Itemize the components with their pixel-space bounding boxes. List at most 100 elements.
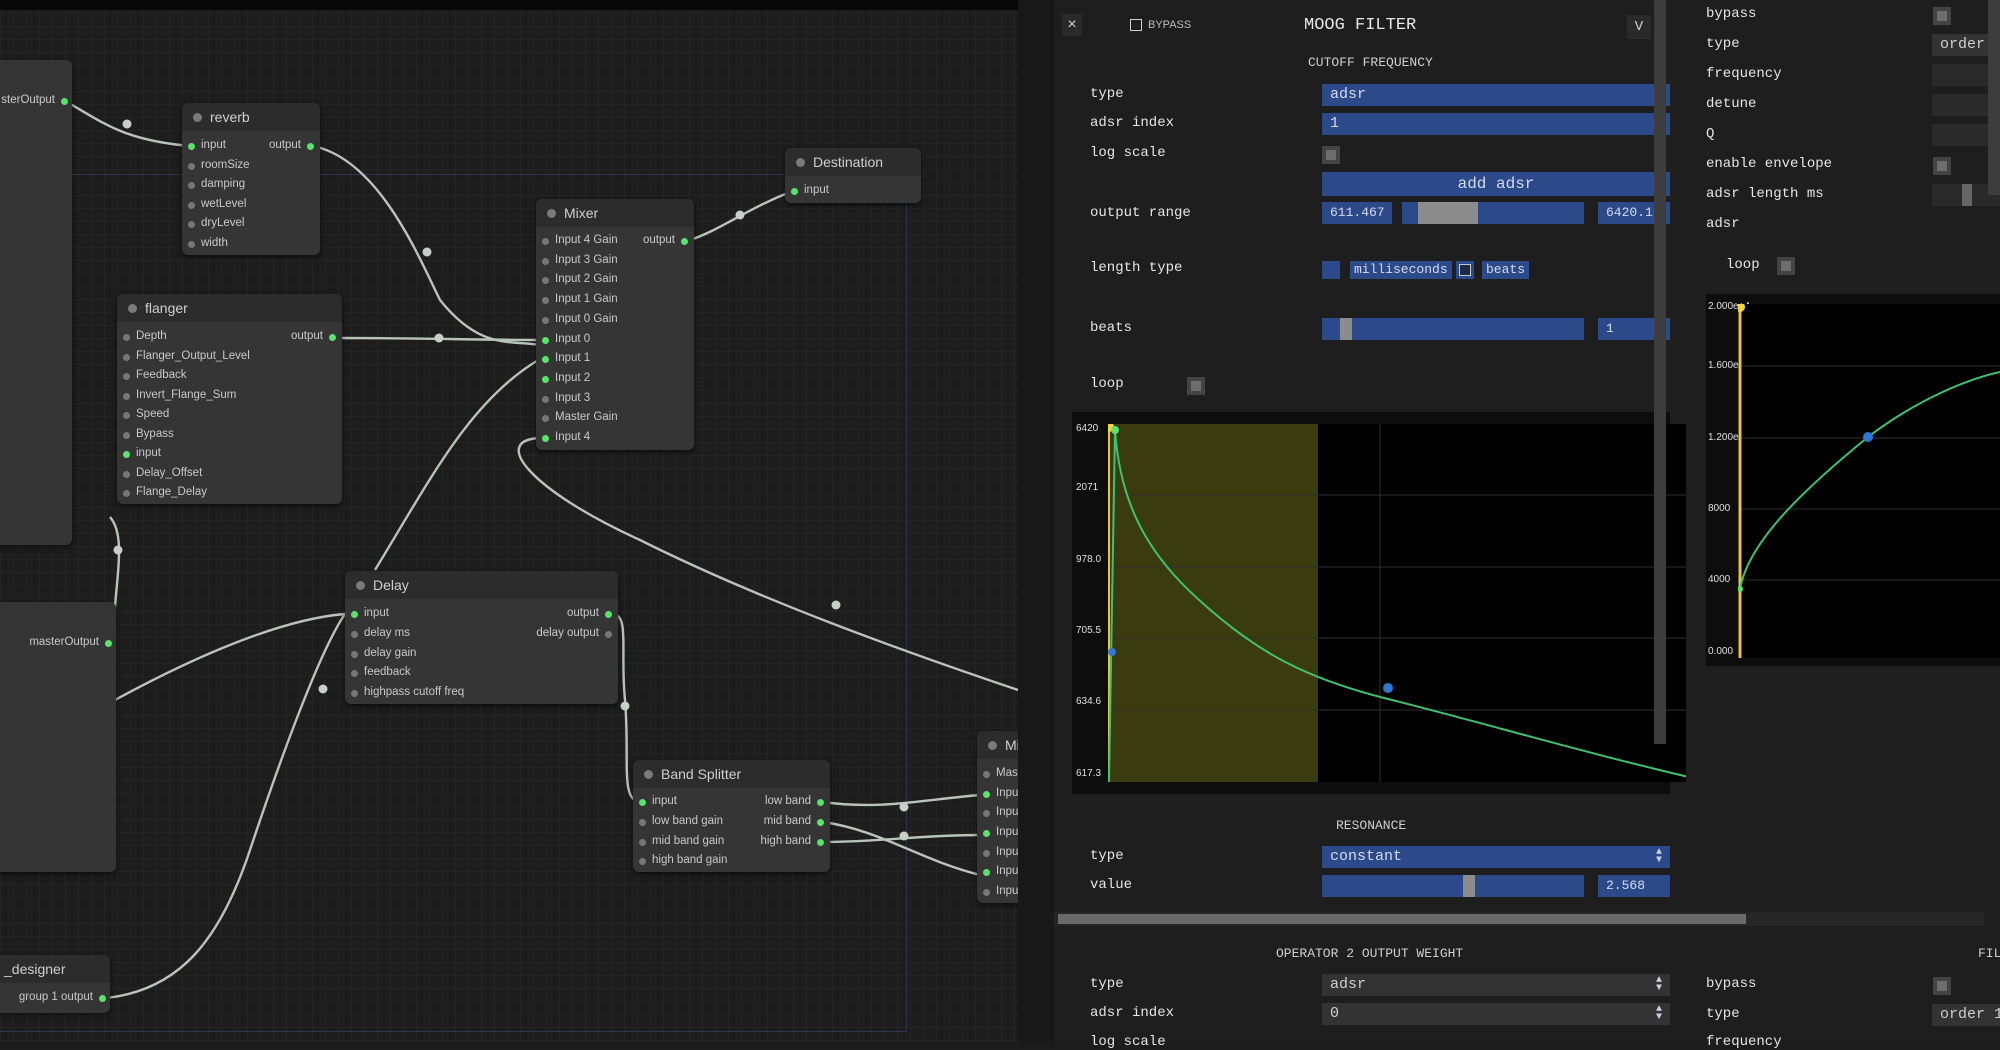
input-slot[interactable]: Mas — [979, 767, 1018, 779]
input-dot-icon[interactable] — [351, 690, 358, 697]
rc-bypass-checkbox[interactable] — [1933, 7, 1951, 25]
input-slot-input-3-gain[interactable]: Input 3 Gain — [538, 254, 618, 266]
input-slot-input-1-gain[interactable]: Input 1 Gain — [538, 293, 618, 305]
input-slot-roomsize[interactable]: roomSize — [184, 159, 250, 171]
output-dot-icon[interactable] — [817, 839, 824, 846]
input-slot-input-4[interactable]: Input 4 — [538, 431, 590, 443]
input-dot-icon[interactable] — [351, 631, 358, 638]
partial-node-top[interactable]: sterOutput — [0, 60, 72, 545]
input-slot-invert-flange-sum[interactable]: Invert_Flange_Sum — [119, 389, 236, 401]
input-slot-speed[interactable]: Speed — [119, 408, 169, 420]
input-dot-icon[interactable] — [123, 334, 130, 341]
input-dot-icon[interactable] — [542, 258, 549, 265]
resonance-type-select[interactable]: constant ▲ ▼ — [1322, 846, 1670, 868]
input-dot-icon[interactable] — [123, 471, 130, 478]
rc-loop-checkbox[interactable] — [1777, 257, 1795, 275]
output-dot-icon[interactable] — [817, 799, 824, 806]
input-slot-depth[interactable]: Depth — [119, 330, 167, 342]
delay-node[interactable]: Delay input delay ms delay gain feedback… — [345, 571, 618, 704]
node-title[interactable]: reverb — [182, 103, 320, 131]
adsr-index-select[interactable]: 1▲▼ — [1322, 113, 1670, 135]
output-slot-low-band[interactable]: low band — [765, 795, 828, 807]
input-dot-icon[interactable] — [791, 188, 798, 195]
input-dot-icon[interactable] — [188, 221, 195, 228]
node-title[interactable]: Mixer — [536, 199, 694, 227]
rc-vertical-scrollbar[interactable] — [1988, 0, 2000, 195]
input-slot[interactable]: Inpu — [979, 885, 1018, 897]
input-dot-icon[interactable] — [542, 238, 549, 245]
input-slot-flanger-output-level[interactable]: Flanger_Output_Level — [119, 350, 250, 362]
input-dot-icon[interactable] — [542, 277, 549, 284]
input-dot-icon[interactable] — [123, 354, 130, 361]
node-title[interactable]: Band Splitter — [633, 760, 830, 788]
rc-bottom-type-select[interactable]: order 1 — [1932, 1004, 2000, 1026]
milliseconds-option[interactable]: milliseconds — [1350, 261, 1452, 279]
input-dot-icon[interactable] — [639, 799, 646, 806]
vertical-scrollbar[interactable] — [1654, 0, 1666, 744]
close-button[interactable]: × — [1062, 14, 1082, 36]
op2-type-select[interactable]: adsr ▲ ▼ — [1322, 974, 1670, 996]
resonance-value-input[interactable]: 2.568 — [1598, 875, 1670, 897]
output-dot-icon[interactable] — [681, 238, 688, 245]
envelope-chart[interactable] — [1108, 424, 1703, 782]
input-dot-icon[interactable] — [983, 771, 990, 778]
cutoff-type-select[interactable]: adsr▲▼ — [1322, 84, 1670, 106]
rc-envelope-control-point[interactable] — [1863, 432, 1873, 442]
input-slot[interactable]: Inpu — [979, 806, 1018, 818]
input-slot-input-0[interactable]: Input 0 — [538, 333, 590, 345]
output-dot-icon[interactable] — [329, 334, 336, 341]
input-dot-icon[interactable] — [542, 396, 549, 403]
input-slot-input-4-gain[interactable]: Input 4 Gain — [538, 234, 618, 246]
partial-node-designer[interactable]: _designer group 1 output — [0, 955, 110, 1013]
output-dot-icon[interactable] — [605, 611, 612, 618]
output-dot-icon[interactable] — [105, 640, 112, 647]
slider-thumb[interactable] — [1340, 318, 1353, 340]
input-dot-icon[interactable] — [542, 337, 549, 344]
input-slot-highpass-cutoff[interactable]: highpass cutoff freq — [347, 686, 464, 698]
input-slot-low-band-gain[interactable]: low band gain — [635, 815, 723, 827]
range-min-input[interactable]: 611.467 — [1322, 202, 1392, 224]
output-slot-delay-output[interactable]: delay output — [536, 627, 616, 639]
envelope-point[interactable] — [1111, 426, 1119, 434]
input-dot-icon[interactable] — [983, 869, 990, 876]
loop-checkbox[interactable] — [1187, 377, 1205, 395]
input-dot-icon[interactable] — [351, 651, 358, 658]
beats-slider[interactable] — [1322, 318, 1584, 340]
input-dot-icon[interactable] — [983, 850, 990, 857]
input-dot-icon[interactable] — [123, 490, 130, 497]
output-slot-mid-band[interactable]: mid band — [764, 815, 828, 827]
input-slot-input[interactable]: input — [635, 795, 677, 807]
input-dot-icon[interactable] — [188, 241, 195, 248]
beats-radio[interactable] — [1456, 261, 1474, 279]
input-slot-input[interactable]: input — [184, 139, 226, 151]
input-dot-icon[interactable] — [188, 163, 195, 170]
input-dot-icon[interactable] — [983, 889, 990, 896]
input-dot-icon[interactable] — [542, 415, 549, 422]
input-slot-bypass[interactable]: Bypass — [119, 428, 174, 440]
node-title[interactable]: Destination — [785, 148, 921, 176]
destination-node[interactable]: Destination input — [785, 148, 921, 203]
input-slot-width[interactable]: width — [184, 237, 228, 249]
add-adsr-button[interactable]: add adsr — [1322, 172, 1670, 196]
output-dot-icon[interactable] — [61, 98, 68, 105]
output-dot-icon[interactable] — [817, 819, 824, 826]
output-slot[interactable]: output — [291, 330, 340, 342]
input-slot-flange-delay[interactable]: Flange_Delay — [119, 486, 207, 498]
input-dot-icon[interactable] — [123, 432, 130, 439]
input-slot-high-band-gain[interactable]: high band gain — [635, 854, 727, 866]
horizontal-scrollbar[interactable] — [1058, 914, 1746, 924]
input-slot-delay-gain[interactable]: delay gain — [347, 647, 416, 659]
input-dot-icon[interactable] — [983, 791, 990, 798]
input-dot-icon[interactable] — [542, 297, 549, 304]
input-slot-feedback[interactable]: feedback — [347, 666, 411, 678]
input-slot-input[interactable]: input — [787, 184, 829, 196]
input-slot-master-gain[interactable]: Master Gain — [538, 411, 618, 423]
node-title[interactable]: Delay — [345, 571, 618, 599]
input-dot-icon[interactable] — [542, 356, 549, 363]
bypass-checkbox[interactable] — [1130, 19, 1142, 31]
partial-node-mid[interactable]: masterOutput — [0, 602, 116, 872]
output-slot[interactable]: output — [643, 234, 692, 246]
output-dot-icon[interactable] — [99, 995, 106, 1002]
input-dot-icon[interactable] — [639, 839, 646, 846]
input-slot-drylevel[interactable]: dryLevel — [184, 217, 244, 229]
